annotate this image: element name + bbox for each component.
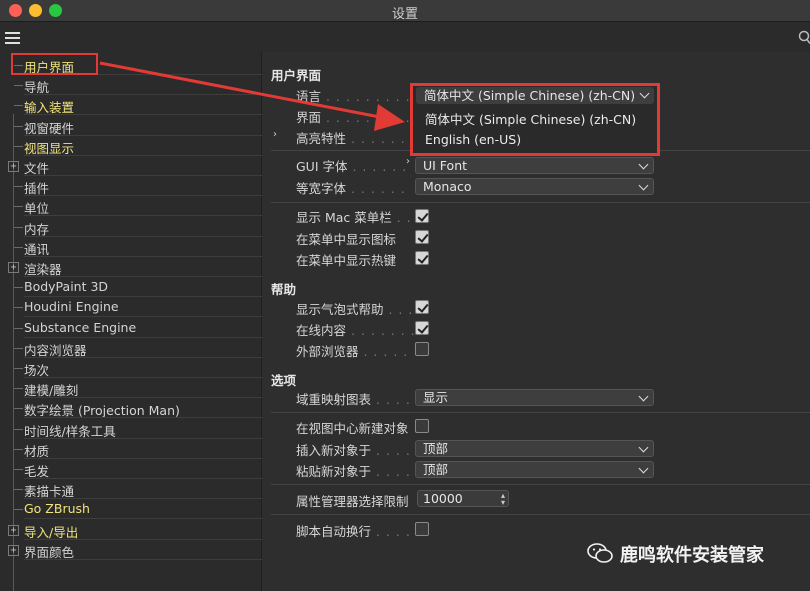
watermark: 鹿鸣软件安装管家 [587,537,797,571]
watermark-text: 鹿鸣软件安装管家 [620,545,764,566]
wechat-icon [587,543,613,563]
annotation-arrow [99,61,405,131]
